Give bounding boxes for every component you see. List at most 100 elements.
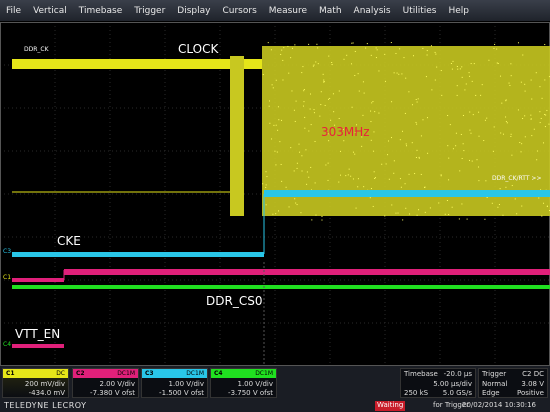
clock-noise xyxy=(447,200,448,201)
clock-noise xyxy=(371,140,372,141)
clock-noise xyxy=(502,215,503,216)
menu-cursors[interactable]: Cursors xyxy=(222,6,256,16)
clock-noise xyxy=(546,110,547,111)
clock-noise xyxy=(426,76,427,77)
clock-noise xyxy=(314,112,315,113)
channel-coupling: DC1M xyxy=(186,370,204,377)
clock-noise xyxy=(276,125,277,126)
clock-noise xyxy=(412,104,413,105)
clock-noise xyxy=(472,81,473,82)
menu-timebase[interactable]: Timebase xyxy=(79,6,122,16)
clock-noise xyxy=(473,114,474,115)
clock-noise xyxy=(387,154,388,155)
clock-noise xyxy=(447,115,448,116)
trigger-title: Trigger xyxy=(482,370,506,378)
clock-noise xyxy=(435,54,436,55)
waveform-display[interactable]: DDR_CK CLOCK 303MHz DDR_CK/RTT >> CKE DD… xyxy=(0,22,550,366)
frequency-label: 303MHz xyxy=(321,125,370,139)
clock-noise xyxy=(534,129,535,130)
clock-noise xyxy=(386,163,387,164)
menu-display[interactable]: Display xyxy=(177,6,210,16)
clock-noise xyxy=(467,219,468,220)
clock-noise xyxy=(294,110,295,111)
menu-analysis[interactable]: Analysis xyxy=(354,6,391,16)
clock-noise xyxy=(282,60,283,61)
menu-trigger[interactable]: Trigger xyxy=(134,6,165,16)
channel-tag: C3 xyxy=(145,370,154,377)
clock-noise xyxy=(384,215,385,216)
clock-noise xyxy=(310,167,311,168)
clock-noise xyxy=(452,69,453,70)
clock-noise xyxy=(356,208,357,209)
clock-noise xyxy=(391,101,392,102)
channel-panel-c4[interactable]: C4 DC1M 1.00 V/div -3.750 V ofst xyxy=(210,368,277,398)
clock-noise xyxy=(311,124,312,125)
clock-noise xyxy=(507,122,508,123)
clock-noise xyxy=(511,75,512,76)
channel-tag: C4 xyxy=(214,370,223,377)
clock-noise xyxy=(373,206,374,207)
clock-noise xyxy=(303,106,304,107)
clock-noise xyxy=(310,109,311,110)
clock-noise xyxy=(290,57,291,58)
menu-file[interactable]: File xyxy=(6,6,21,16)
clock-noise xyxy=(354,75,355,76)
menu-utilities[interactable]: Utilities xyxy=(403,6,437,16)
clock-noise xyxy=(521,143,522,144)
clock-noise xyxy=(395,53,396,54)
clock-noise xyxy=(294,198,295,199)
clock-noise xyxy=(281,120,282,121)
trigger-panel[interactable]: Trigger C2 DC Normal 3.08 V Edge Positiv… xyxy=(478,368,548,398)
clock-noise xyxy=(417,215,418,216)
clock-noise xyxy=(333,93,334,94)
clock-noise xyxy=(370,111,371,112)
clock-noise xyxy=(435,80,436,81)
trigger-source: C2 DC xyxy=(522,370,544,378)
clock-noise xyxy=(418,209,419,210)
clock-noise xyxy=(499,204,500,205)
channel-coupling: DC1M xyxy=(255,370,273,377)
clock-noise xyxy=(484,219,485,220)
clock-noise xyxy=(469,130,470,131)
menu-math[interactable]: Math xyxy=(319,6,342,16)
channel-panel-c1[interactable]: C1 DC 200 mV/div -434.0 mV xyxy=(2,368,69,398)
clock-noise xyxy=(521,151,522,152)
clock-noise xyxy=(436,67,437,68)
clock-noise xyxy=(374,171,375,172)
channel-panel-c3[interactable]: C3 DC1M 1.00 V/div -1.500 V ofst xyxy=(141,368,208,398)
c1-marker: C1 xyxy=(3,274,11,281)
clock-noise xyxy=(328,99,329,100)
clock-noise xyxy=(541,216,542,217)
clock-noise xyxy=(278,119,279,120)
clock-noise xyxy=(321,220,322,221)
clock-noise xyxy=(370,121,371,122)
clock-noise xyxy=(409,213,410,214)
clock-noise xyxy=(319,116,320,117)
timebase-panel[interactable]: Timebase -20.0 µs 5.00 µs/div 250 kS 5.0… xyxy=(400,368,476,398)
clock-noise xyxy=(304,128,305,129)
clock-noise xyxy=(478,180,479,181)
clock-noise xyxy=(408,91,409,92)
menu-vertical[interactable]: Vertical xyxy=(33,6,67,16)
clock-noise xyxy=(441,174,442,175)
clock-noise xyxy=(281,181,282,182)
clock-noise xyxy=(301,72,302,73)
clock-noise xyxy=(544,114,545,115)
clock-noise xyxy=(505,100,506,101)
clock-noise xyxy=(505,187,506,188)
clock-noise xyxy=(314,109,315,110)
clock-noise xyxy=(345,175,346,176)
clock-noise xyxy=(487,197,488,198)
clock-noise xyxy=(376,57,377,58)
menu-measure[interactable]: Measure xyxy=(269,6,307,16)
clock-noise xyxy=(269,106,270,107)
clock-noise xyxy=(283,47,284,48)
clock-noise xyxy=(276,80,277,81)
clock-noise xyxy=(453,148,454,149)
clock-noise xyxy=(402,219,403,220)
channel-panel-c2[interactable]: C2 DC1M 2.00 V/div -7.380 V ofst xyxy=(72,368,139,398)
clock-noise xyxy=(397,73,398,74)
menu-help[interactable]: Help xyxy=(449,6,470,16)
clock-noise xyxy=(498,63,499,64)
clock-noise xyxy=(355,51,356,52)
